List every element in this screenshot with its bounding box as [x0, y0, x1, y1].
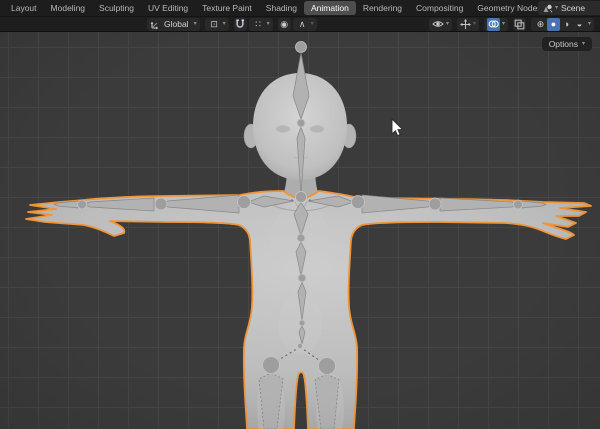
chevron-down-icon: ▾ [555, 5, 558, 11]
tab-layout[interactable]: Layout [4, 1, 44, 15]
chevron-down-icon: ▾ [311, 21, 314, 27]
chevron-down-icon: ▾ [588, 21, 591, 27]
tab-modeling[interactable]: Modeling [44, 1, 93, 15]
shading-material-preview-button[interactable]: ◑ [560, 18, 573, 31]
shading-mode-group: ⊕ ● ◑ ◒ ▾ [531, 18, 594, 31]
scene-name: Scene [561, 3, 585, 13]
3d-viewport[interactable]: Options ▾ [0, 32, 600, 429]
orientation-value: Global [164, 19, 189, 29]
tab-texture-paint[interactable]: Texture Paint [195, 1, 259, 15]
snap-target-dropdown[interactable]: ∷ ▾ [249, 18, 273, 31]
pivot-point-icon: ⊡ [208, 18, 221, 31]
gizmos-dropdown[interactable]: ▾ [457, 18, 479, 31]
falloff-curve-icon: ∧ [296, 18, 309, 31]
tab-compositing[interactable]: Compositing [409, 1, 470, 15]
chevron-down-icon: ▾ [582, 41, 585, 47]
options-label: Options [549, 39, 578, 49]
blender-window: Layout Modeling Sculpting UV Editing Tex… [0, 0, 600, 429]
visibility-eye-icon [432, 19, 444, 29]
chevron-down-icon: ▾ [473, 21, 476, 27]
pivot-point-dropdown[interactable]: ⊡ ▾ [205, 18, 229, 31]
scene-canvas [0, 32, 600, 429]
tab-geometry-nodes[interactable]: Geometry Nodes [470, 1, 548, 15]
tab-shading[interactable]: Shading [259, 1, 304, 15]
xray-toggle[interactable] [513, 18, 526, 31]
chevron-down-icon: ▾ [502, 21, 505, 27]
tab-animation[interactable]: Animation [304, 1, 356, 15]
tab-uv-editing[interactable]: UV Editing [141, 1, 195, 15]
proportional-editing-toggle[interactable]: ◉ [278, 18, 291, 31]
snap-target-icon: ∷ [252, 18, 265, 31]
tab-sculpting[interactable]: Sculpting [92, 1, 141, 15]
show-overlays-toggle[interactable] [487, 18, 500, 31]
tool-settings-bar: Global ▾ ⊡ ▾ ∷ ▾ ◉ ∧ ▾ [0, 16, 600, 32]
mouse-cursor [392, 119, 403, 136]
proportional-falloff-dropdown[interactable]: ∧ ▾ [293, 18, 317, 31]
overlays-dropdown[interactable]: ▾ [484, 18, 508, 31]
shading-solid-button[interactable]: ● [547, 18, 560, 31]
chevron-down-icon: ▾ [194, 21, 197, 27]
topbar: Layout Modeling Sculpting UV Editing Tex… [0, 0, 600, 16]
chevron-down-icon: ▾ [223, 21, 226, 27]
character-body-mesh[interactable] [26, 191, 591, 429]
workspace-tabs: Layout Modeling Sculpting UV Editing Tex… [4, 0, 600, 16]
scene-icon [542, 3, 553, 14]
tab-rendering[interactable]: Rendering [356, 1, 409, 15]
scene-selector[interactable]: ▾ Scene [538, 1, 600, 15]
snap-magnet-toggle[interactable] [234, 18, 247, 31]
transform-orientation-dropdown[interactable]: Global ▾ [147, 18, 200, 31]
shading-wireframe-button[interactable]: ⊕ [534, 18, 547, 31]
chevron-down-icon: ▾ [267, 21, 270, 27]
gizmo-icon [460, 19, 471, 30]
orientation-axes-icon [150, 19, 161, 30]
visibility-dropdown[interactable]: ▾ [429, 18, 452, 31]
shading-rendered-button[interactable]: ◒ [573, 18, 586, 31]
options-button[interactable]: Options ▾ [542, 37, 592, 51]
chevron-down-icon: ▾ [446, 21, 449, 27]
